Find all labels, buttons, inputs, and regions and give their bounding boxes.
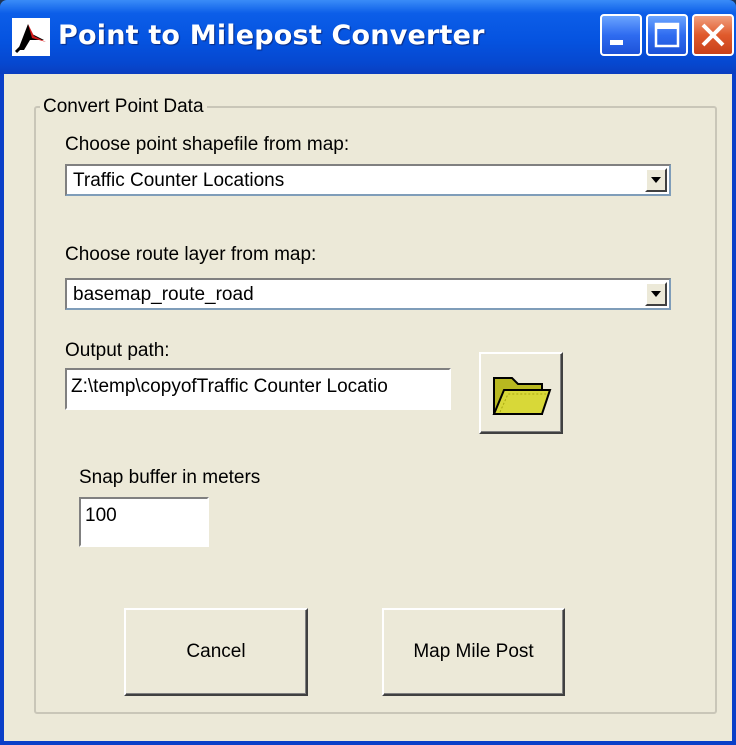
output-path-value: Z:\temp\copyofTraffic Counter Locatio — [71, 376, 388, 397]
maximize-button[interactable] — [646, 14, 688, 56]
map-mile-post-button[interactable]: Map Mile Post — [382, 608, 565, 696]
shapefile-dropdown[interactable]: Traffic Counter Locations — [65, 164, 671, 196]
snap-buffer-label: Snap buffer in meters — [79, 467, 261, 488]
route-label: Choose route layer from map: — [65, 244, 317, 265]
snap-buffer-value: 100 — [85, 505, 117, 526]
arrow-cursor-icon — [12, 18, 50, 56]
close-button[interactable] — [692, 14, 734, 56]
browse-folder-button[interactable] — [479, 352, 563, 434]
output-path-label: Output path: — [65, 340, 170, 361]
route-dropdown[interactable]: basemap_route_road — [65, 278, 671, 310]
chevron-down-icon — [651, 291, 661, 297]
folder-icon — [492, 377, 552, 415]
group-legend: Convert Point Data — [43, 96, 204, 117]
chevron-down-icon — [651, 177, 661, 183]
shapefile-label: Choose point shapefile from map: — [65, 134, 350, 155]
close-icon — [701, 23, 725, 47]
shapefile-selected-value: Traffic Counter Locations — [73, 170, 285, 191]
minimize-icon — [610, 40, 623, 45]
window-title: Point to Milepost Converter — [58, 20, 485, 51]
dialog-client-area: Convert Point Data Choose point shapefil… — [4, 74, 732, 741]
maximize-icon — [654, 22, 680, 48]
cancel-button[interactable]: Cancel — [124, 608, 308, 696]
route-selected-value: basemap_route_road — [73, 284, 254, 305]
minimize-button[interactable] — [600, 14, 642, 56]
snap-buffer-field[interactable]: 100 — [79, 497, 209, 547]
dialog-window: Point to Milepost Converter Convert Poin… — [0, 0, 736, 745]
output-path-field[interactable]: Z:\temp\copyofTraffic Counter Locatio — [65, 368, 451, 410]
title-bar[interactable]: Point to Milepost Converter — [0, 0, 736, 74]
shapefile-dropdown-button[interactable] — [645, 168, 667, 192]
route-dropdown-button[interactable] — [645, 282, 667, 306]
